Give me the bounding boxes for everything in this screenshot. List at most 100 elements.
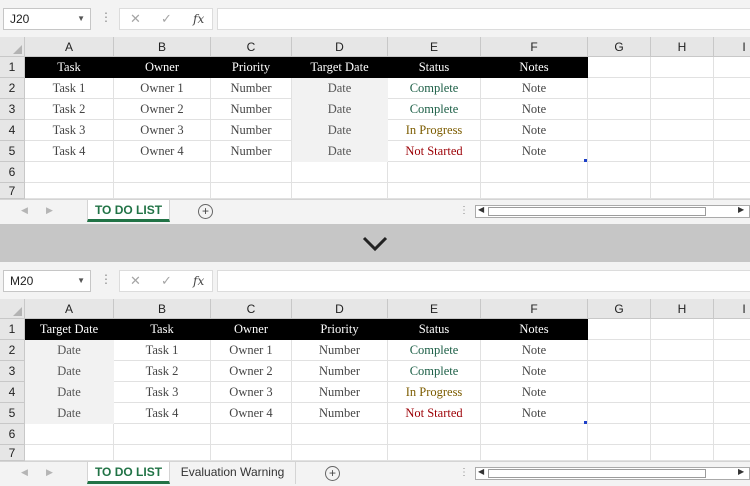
data-cell[interactable]: Task 2	[25, 99, 114, 120]
cell[interactable]	[651, 120, 714, 141]
column-header-e[interactable]: E	[388, 37, 481, 57]
data-cell[interactable]: Date	[292, 141, 388, 162]
data-cell[interactable]: Task 4	[25, 141, 114, 162]
cell[interactable]	[588, 445, 651, 461]
scrollbar-thumb[interactable]	[488, 469, 706, 478]
cell[interactable]	[25, 183, 114, 199]
cell[interactable]	[292, 183, 388, 199]
cell[interactable]	[25, 162, 114, 183]
row-header-4[interactable]: 4	[0, 120, 25, 141]
header-cell[interactable]: Task	[25, 57, 114, 78]
select-all-corner[interactable]	[0, 299, 25, 319]
column-header-g[interactable]: G	[588, 299, 651, 319]
cell[interactable]	[714, 120, 750, 141]
cell[interactable]	[651, 183, 714, 199]
column-header-b[interactable]: B	[114, 299, 211, 319]
column-header-i[interactable]: I	[714, 299, 750, 319]
scroll-right-icon[interactable]: ▶	[738, 205, 744, 214]
data-cell[interactable]: Number	[292, 361, 388, 382]
table-resize-handle[interactable]	[584, 421, 587, 424]
cell[interactable]	[714, 141, 750, 162]
data-cell[interactable]: Date	[25, 382, 114, 403]
cell[interactable]	[651, 99, 714, 120]
cell[interactable]	[714, 57, 750, 78]
cell[interactable]	[25, 424, 114, 445]
data-cell[interactable]: Task 2	[114, 361, 211, 382]
header-cell[interactable]: Target Date	[25, 319, 114, 340]
data-cell[interactable]: Task 3	[25, 120, 114, 141]
formula-input[interactable]	[217, 8, 750, 30]
row-header-1[interactable]: 1	[0, 319, 25, 340]
data-cell[interactable]: Task 1	[114, 340, 211, 361]
cell[interactable]	[114, 424, 211, 445]
cell[interactable]	[388, 183, 481, 199]
row-header-6[interactable]: 6	[0, 424, 25, 445]
cell[interactable]	[651, 424, 714, 445]
header-cell[interactable]: Notes	[481, 319, 588, 340]
cell[interactable]	[292, 424, 388, 445]
data-cell[interactable]: Date	[292, 78, 388, 99]
cell[interactable]	[211, 183, 292, 199]
add-sheet-icon[interactable]: +	[325, 466, 340, 481]
cell[interactable]	[211, 424, 292, 445]
data-cell[interactable]: Owner 2	[114, 99, 211, 120]
row-header-2[interactable]: 2	[0, 340, 25, 361]
column-header-d[interactable]: D	[292, 37, 388, 57]
cell[interactable]	[714, 382, 750, 403]
cell[interactable]	[588, 57, 651, 78]
cell[interactable]	[588, 403, 651, 424]
data-cell[interactable]: Date	[25, 361, 114, 382]
cell[interactable]	[714, 162, 750, 183]
name-box[interactable]: J20 ▼	[3, 8, 91, 30]
data-cell[interactable]: Note	[481, 120, 588, 141]
cell[interactable]	[651, 57, 714, 78]
data-cell[interactable]: Owner 1	[211, 340, 292, 361]
horizontal-scrollbar[interactable]: ◀ ▶	[475, 467, 750, 480]
data-cell[interactable]: Owner 3	[114, 120, 211, 141]
data-cell[interactable]: Number	[211, 99, 292, 120]
dropdown-arrow-icon[interactable]: ▼	[77, 271, 85, 291]
status-cell[interactable]: In Progress	[388, 120, 481, 141]
header-cell[interactable]: Owner	[211, 319, 292, 340]
data-cell[interactable]: Owner 4	[211, 403, 292, 424]
previous-sheet-icon[interactable]: ◀	[21, 467, 28, 478]
cell[interactable]	[588, 340, 651, 361]
cell[interactable]	[588, 141, 651, 162]
column-header-h[interactable]: H	[651, 299, 714, 319]
cell[interactable]	[651, 78, 714, 99]
header-cell[interactable]: Priority	[292, 319, 388, 340]
cell[interactable]	[714, 361, 750, 382]
cell[interactable]	[211, 445, 292, 461]
data-cell[interactable]: Owner 4	[114, 141, 211, 162]
data-cell[interactable]: Note	[481, 78, 588, 99]
cell[interactable]	[588, 361, 651, 382]
name-box[interactable]: M20 ▼	[3, 270, 91, 292]
cell[interactable]	[714, 424, 750, 445]
cell[interactable]	[388, 424, 481, 445]
data-cell[interactable]: Note	[481, 403, 588, 424]
column-header-h[interactable]: H	[651, 37, 714, 57]
cell[interactable]	[114, 162, 211, 183]
cancel-x-icon[interactable]: ✕	[130, 11, 141, 27]
header-cell[interactable]: Status	[388, 57, 481, 78]
cell[interactable]	[714, 403, 750, 424]
cell[interactable]	[588, 382, 651, 403]
cell[interactable]	[714, 99, 750, 120]
column-header-f[interactable]: F	[481, 299, 588, 319]
header-cell[interactable]: Target Date	[292, 57, 388, 78]
data-cell[interactable]: Note	[481, 382, 588, 403]
cell[interactable]	[651, 382, 714, 403]
data-cell[interactable]: Note	[481, 99, 588, 120]
scroll-left-icon[interactable]: ◀	[478, 467, 484, 476]
cell[interactable]	[714, 445, 750, 461]
column-header-b[interactable]: B	[114, 37, 211, 57]
data-cell[interactable]: Number	[292, 340, 388, 361]
header-cell[interactable]: Task	[114, 319, 211, 340]
data-cell[interactable]: Number	[211, 120, 292, 141]
header-cell[interactable]: Status	[388, 319, 481, 340]
data-cell[interactable]: Note	[481, 141, 588, 162]
cell[interactable]	[481, 424, 588, 445]
checkmark-icon[interactable]: ✓	[161, 11, 172, 27]
data-cell[interactable]: Date	[25, 403, 114, 424]
cell[interactable]	[651, 403, 714, 424]
